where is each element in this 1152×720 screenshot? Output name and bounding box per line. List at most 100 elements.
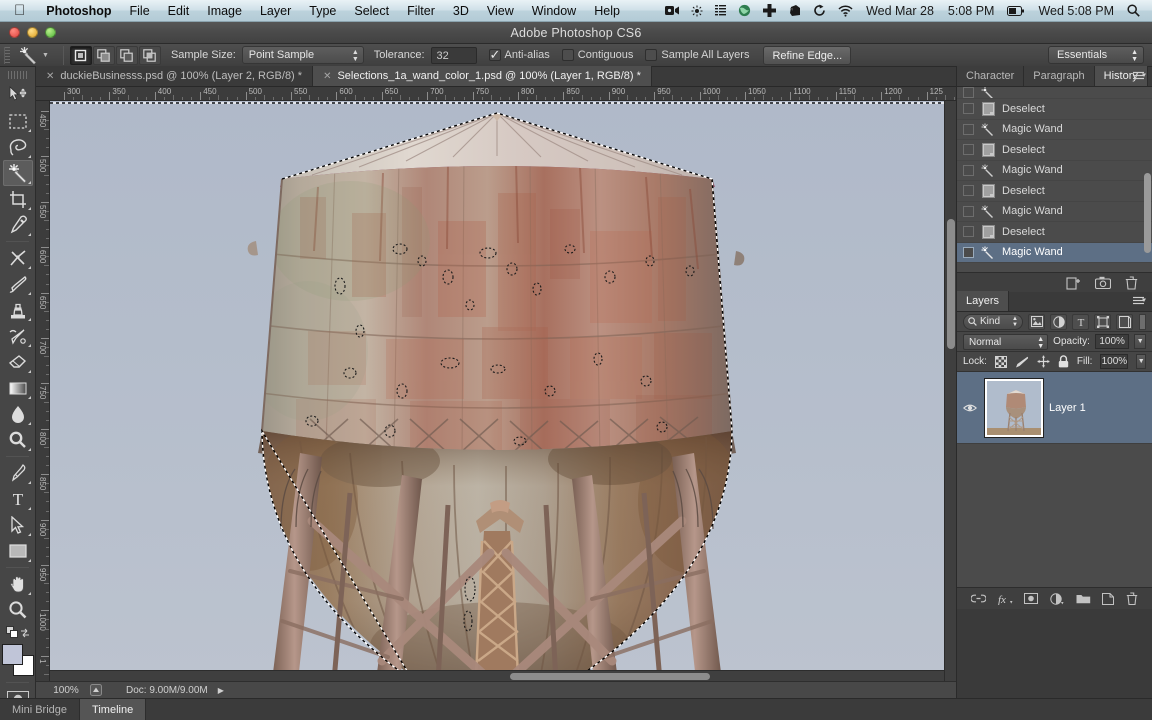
rectangle-tool[interactable]	[3, 538, 33, 564]
scrollbar-thumb[interactable]	[510, 673, 710, 680]
spot-healing-brush-tool[interactable]	[3, 245, 33, 271]
tool-preset-chevron-icon[interactable]: ▼	[42, 52, 49, 59]
anti-alias-checkbox-group[interactable]: Anti-alias	[488, 47, 550, 63]
layer-style-fx-icon[interactable]: fx	[998, 593, 1013, 605]
tab-layers[interactable]: Layers	[957, 291, 1010, 311]
menu-image[interactable]: Image	[198, 4, 251, 18]
smart-object-icon[interactable]	[1116, 313, 1133, 330]
menu-layer[interactable]: Layer	[251, 4, 300, 18]
type-tool[interactable]: T	[3, 486, 33, 512]
panel-menu-icon[interactable]	[1133, 296, 1147, 306]
new-group-icon[interactable]	[1076, 593, 1091, 604]
lock-image-pixels-icon[interactable]	[1015, 356, 1029, 368]
close-icon[interactable]: ✕	[46, 71, 54, 82]
adjustment-layers-icon[interactable]	[1050, 313, 1067, 330]
history-state-source-checkbox[interactable]	[963, 205, 974, 217]
document-tab-selections-1a-wand-color-1[interactable]: ✕ Selections_1a_wand_color_1.psd @ 100% …	[313, 66, 652, 86]
sample-all-layers-checkbox-group[interactable]: Sample All Layers	[645, 49, 749, 61]
screen-recorder-icon[interactable]	[659, 5, 685, 16]
canvas-vertical-scrollbar[interactable]	[944, 101, 956, 681]
new-selection-button[interactable]	[69, 45, 92, 65]
history-row-magic-wand[interactable]: Magic Wand	[957, 161, 1152, 181]
close-icon[interactable]: ✕	[323, 71, 331, 82]
image-canvas[interactable]	[50, 101, 944, 681]
refine-edge-button[interactable]: Refine Edge...	[763, 45, 852, 65]
history-state-source-checkbox[interactable]	[963, 103, 974, 115]
layer-thumbnail[interactable]	[984, 377, 1044, 438]
history-panel-list[interactable]: Deselect Magic Wand Deselect Magic Wand …	[957, 87, 1152, 272]
blur-tool[interactable]	[3, 401, 33, 427]
add-layer-mask-icon[interactable]	[1024, 593, 1039, 604]
history-state-source-checkbox[interactable]	[963, 164, 974, 176]
panel-menu-icon[interactable]	[1133, 71, 1147, 81]
path-selection-tool[interactable]	[3, 512, 33, 538]
pen-tool[interactable]	[3, 460, 33, 486]
layer-visibility-eye-icon[interactable]	[963, 403, 979, 413]
vertical-ruler[interactable]: 450 500 550 600 650 700 750 800 850 900 950 1000 1	[36, 101, 50, 681]
tab-character[interactable]: Character	[957, 66, 1025, 86]
history-state-source-checkbox[interactable]	[963, 87, 974, 98]
status-expand-arrow-icon[interactable]: ▶	[218, 686, 224, 695]
pixel-layers-icon[interactable]	[1028, 313, 1045, 330]
opacity-input[interactable]: 100%	[1094, 334, 1130, 349]
canvas-horizontal-scrollbar[interactable]	[50, 670, 944, 681]
battery-icon[interactable]	[1001, 5, 1031, 16]
shape-layers-icon[interactable]	[1094, 313, 1111, 330]
type-layers-icon[interactable]: T	[1072, 313, 1089, 330]
history-row-magic-wand-active[interactable]: Magic Wand	[957, 242, 1152, 263]
tab-paragraph[interactable]: Paragraph	[1024, 66, 1095, 86]
tab-timeline[interactable]: Timeline	[80, 698, 147, 720]
history-scrollbar-thumb[interactable]	[1144, 173, 1151, 253]
history-state-source-checkbox[interactable]	[963, 246, 974, 258]
eraser-tool[interactable]	[3, 349, 33, 375]
tab-mini-bridge[interactable]: Mini Bridge	[0, 698, 81, 720]
crop-tool[interactable]	[3, 186, 33, 212]
menubar-date[interactable]: Wed Mar 28	[859, 4, 941, 18]
add-to-selection-button[interactable]	[92, 45, 115, 65]
move-tool[interactable]	[3, 82, 33, 108]
horizontal-ruler[interactable]: 300 350 400 450 500 550 600 650 700 750 800 850 900 9…	[36, 87, 956, 101]
new-adjustment-layer-icon[interactable]	[1050, 592, 1064, 605]
delete-state-icon[interactable]	[1125, 275, 1138, 290]
brightness-icon[interactable]	[685, 5, 709, 17]
history-state-source-checkbox[interactable]	[963, 144, 974, 156]
foreground-color-swatch[interactable]	[1, 644, 23, 665]
history-row-magic-wand[interactable]: Magic Wand	[957, 202, 1152, 222]
tolerance-input[interactable]: 32	[430, 46, 477, 64]
menu-file[interactable]: File	[121, 4, 159, 18]
new-snapshot-icon[interactable]	[1095, 276, 1111, 289]
new-document-from-state-icon[interactable]	[1066, 276, 1081, 290]
lasso-tool[interactable]	[3, 134, 33, 160]
toolbar-grip[interactable]	[8, 71, 27, 79]
history-row-deselect[interactable]: Deselect	[957, 222, 1152, 243]
history-row-deselect[interactable]: Deselect	[957, 140, 1152, 161]
magic-wand-icon[interactable]	[14, 45, 42, 66]
blend-mode-select[interactable]: Normal ▲ ▼	[963, 333, 1049, 350]
preview-icon[interactable]	[90, 684, 114, 696]
menu-photoshop[interactable]: Photoshop	[37, 4, 120, 18]
menu-view[interactable]: View	[478, 4, 523, 18]
layer-row-layer-1[interactable]: Layer 1	[957, 372, 1152, 444]
lock-all-icon[interactable]	[1058, 355, 1069, 368]
options-bar-grip[interactable]	[4, 46, 10, 64]
history-row-magic-wand[interactable]: Magic Wand	[957, 120, 1152, 140]
history-state-source-checkbox[interactable]	[963, 185, 974, 197]
medical-cross-icon[interactable]	[757, 4, 782, 17]
menu-select[interactable]: Select	[345, 4, 398, 18]
menu-help[interactable]: Help	[585, 4, 629, 18]
document-tab-duckiebusiness[interactable]: ✕ duckieBusinesss.psd @ 100% (Layer 2, R…	[36, 66, 314, 86]
sample-size-select[interactable]: Point Sample ▲ ▼	[241, 46, 364, 64]
lock-transparent-pixels-icon[interactable]	[994, 355, 1007, 368]
history-state-source-checkbox[interactable]	[963, 226, 974, 238]
magic-wand-tool[interactable]	[3, 160, 33, 186]
zoom-level-input[interactable]: 100%	[36, 685, 90, 696]
layer-list[interactable]: Layer 1	[957, 372, 1152, 587]
history-brush-tool[interactable]	[3, 323, 33, 349]
lock-position-icon[interactable]	[1037, 355, 1050, 368]
fill-input[interactable]: 100%	[1100, 354, 1129, 369]
evernote-icon[interactable]	[782, 4, 807, 17]
fill-stepper[interactable]: ▼	[1136, 354, 1146, 369]
filter-toggle-icon[interactable]	[1139, 313, 1146, 330]
menu-type[interactable]: Type	[300, 4, 345, 18]
globe-icon[interactable]	[732, 4, 757, 17]
